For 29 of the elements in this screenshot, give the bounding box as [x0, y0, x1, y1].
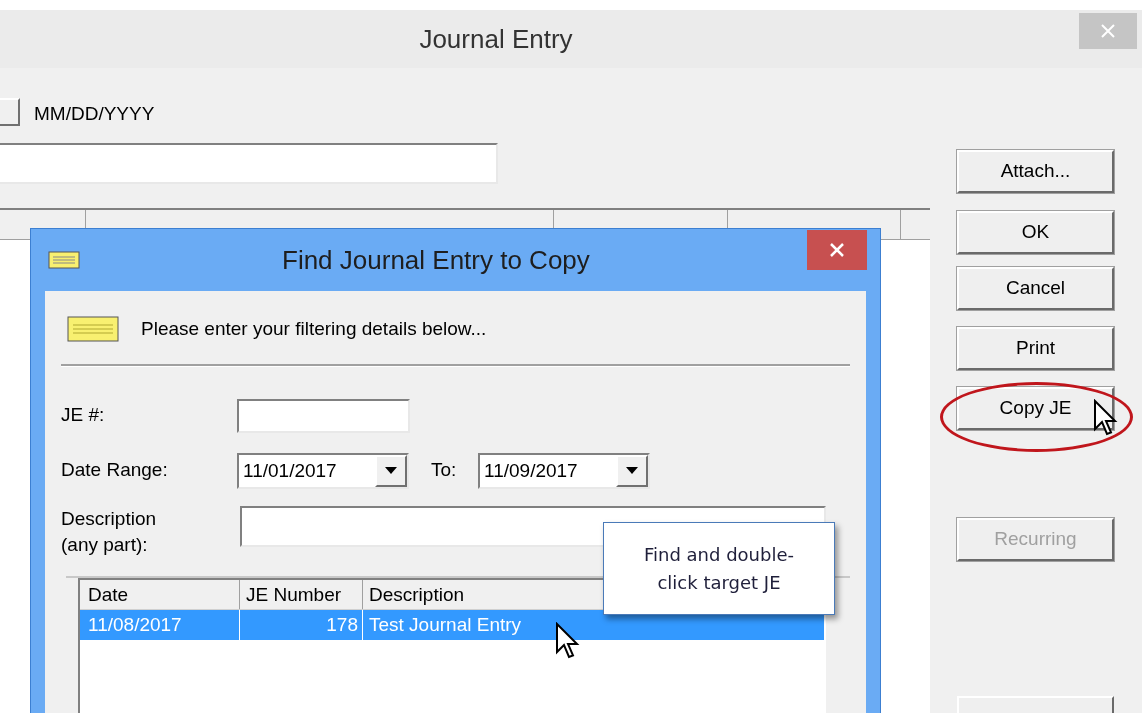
table-cell: 178 [240, 609, 363, 640]
date-to-dropdown[interactable]: 11/09/2017 [478, 452, 650, 489]
field-label: Description (any part): [61, 506, 158, 557]
column-header[interactable]: JE Number [240, 579, 363, 609]
close-button[interactable] [807, 230, 867, 270]
window-title: Journal Entry [419, 22, 573, 56]
date-from-dropdown[interactable]: 11/01/2017 [237, 452, 409, 489]
card-icon [48, 251, 80, 269]
mouse-pointer-icon [1093, 399, 1119, 437]
text-field[interactable] [0, 143, 498, 184]
field-label: Date Range: [61, 458, 169, 483]
input-field[interactable] [237, 398, 410, 433]
table-cell: 11/08/2017 [80, 609, 240, 640]
date-format-label: MM/DD/YYYY [34, 102, 155, 126]
instructions-text: Please enter your filtering details below... [141, 317, 487, 341]
mouse-pointer-icon [555, 622, 581, 660]
dialog-button[interactable]: Print [957, 327, 1114, 370]
dialog-button[interactable]: OK [957, 211, 1114, 254]
close-icon[interactable] [830, 243, 844, 257]
field-label: To: [431, 458, 458, 483]
dialog-title: Find Journal Entry to Copy [282, 243, 590, 277]
card-icon [67, 316, 119, 343]
field-label: JE #: [61, 403, 106, 428]
callout-tooltip: Find and double- click target JE [603, 522, 835, 615]
table-cell-text: Test Journal Entry [368, 612, 522, 637]
dialog-button[interactable]: Cancel [957, 267, 1114, 310]
dialog-button[interactable]: Attach... [957, 150, 1114, 193]
dialog-button[interactable]: Copy JE [957, 387, 1114, 430]
column-header[interactable]: Date [80, 579, 240, 609]
